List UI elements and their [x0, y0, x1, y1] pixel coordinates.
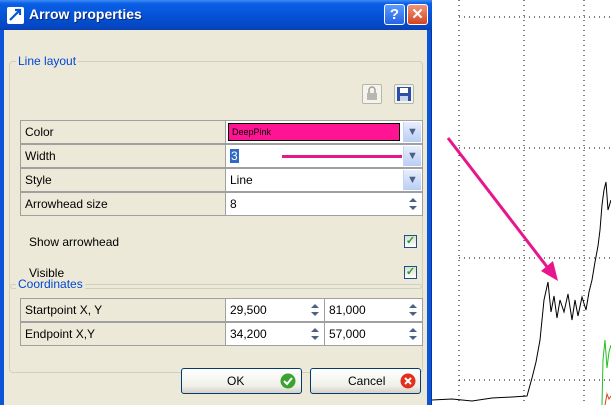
close-button[interactable]: ✕: [407, 4, 428, 25]
chevron-down-icon[interactable]: ▼: [403, 146, 421, 166]
arrowhead-size-value: 8: [230, 197, 237, 211]
color-select[interactable]: DeepPink ▼: [225, 120, 423, 144]
cancel-label: Cancel: [348, 374, 386, 388]
dialog-client-area: Line layout Color DeepPink ▼ Width 3 ▼ S…: [4, 30, 427, 405]
ok-button[interactable]: OK: [181, 368, 302, 394]
title-bar[interactable]: Arrow properties ? ✕: [0, 0, 432, 30]
width-value: 3: [230, 149, 239, 163]
drawn-arrow: [446, 137, 558, 281]
price-line: [432, 181, 611, 402]
style-label: Style: [20, 168, 226, 192]
arrowhead-size-label: Arrowhead size: [20, 192, 226, 216]
show-arrowhead-checkbox[interactable]: ✓: [404, 235, 417, 248]
color-swatch: DeepPink: [228, 123, 400, 141]
endpoint-x-value: 34,200: [230, 327, 267, 341]
chart-gridlines: [458, 0, 611, 405]
spinner-icon[interactable]: [307, 300, 323, 320]
startpoint-row: Startpoint X, Y 29,500 81,000: [10, 298, 423, 322]
arrow-properties-app-icon: [7, 7, 24, 24]
width-select[interactable]: 3 ▼: [225, 144, 423, 168]
endpoint-row: Endpoint X,Y 34,200 57,000: [10, 322, 423, 346]
coordinates-group: Coordinates Startpoint X, Y 29,500 81,00…: [9, 277, 423, 373]
spinner-icon[interactable]: [405, 194, 421, 214]
ok-check-icon: [280, 373, 296, 389]
cancel-x-icon: [400, 373, 416, 389]
arrow-properties-dialog: Arrow properties ? ✕ Line layout Color D…: [0, 0, 432, 405]
spinner-icon[interactable]: [405, 324, 421, 344]
checkbox-check-icon: ✓: [405, 266, 416, 278]
save-button[interactable]: [394, 84, 414, 104]
width-label: Width: [20, 144, 226, 168]
visible-checkbox[interactable]: ✓: [404, 266, 417, 279]
style-select[interactable]: Line ▼: [225, 168, 423, 192]
startpoint-y-value: 81,000: [329, 303, 366, 317]
price-chart[interactable]: [432, 0, 611, 405]
line-layout-legend: Line layout: [16, 54, 79, 68]
chevron-down-icon[interactable]: ▼: [403, 170, 421, 190]
color-row: Color DeepPink ▼: [10, 120, 423, 144]
spinner-icon[interactable]: [405, 300, 421, 320]
endpoint-label: Endpoint X,Y: [20, 322, 226, 346]
show-arrowhead-label: Show arrowhead: [29, 235, 120, 249]
endpoint-y-input[interactable]: 57,000: [324, 322, 423, 346]
startpoint-label: Startpoint X, Y: [20, 298, 226, 322]
style-row: Style Line ▼: [10, 168, 423, 192]
color-label: Color: [20, 120, 226, 144]
lock-icon: [367, 86, 377, 100]
endpoint-y-value: 57,000: [329, 327, 366, 341]
lock-button[interactable]: [362, 84, 382, 104]
indicator-line-2: [604, 392, 611, 405]
close-icon: ✕: [411, 6, 424, 23]
endpoint-x-input[interactable]: 34,200: [225, 322, 325, 346]
line-layout-group: Line layout Color DeepPink ▼ Width 3 ▼ S…: [9, 54, 423, 289]
checkbox-check-icon: ✓: [405, 235, 416, 247]
spinner-icon[interactable]: [307, 324, 323, 344]
style-value: Line: [230, 173, 253, 187]
width-row: Width 3 ▼: [10, 144, 423, 168]
startpoint-y-input[interactable]: 81,000: [324, 298, 423, 322]
save-icon: [397, 87, 411, 101]
cancel-button[interactable]: Cancel: [310, 368, 421, 394]
coordinates-legend: Coordinates: [16, 277, 85, 291]
arrowhead-size-input[interactable]: 8: [225, 192, 423, 216]
arrowhead-size-row: Arrowhead size 8: [10, 192, 423, 216]
chevron-down-icon[interactable]: ▼: [403, 122, 421, 142]
help-button[interactable]: ?: [384, 4, 405, 25]
help-icon: ?: [389, 6, 400, 23]
window-title: Arrow properties: [29, 6, 142, 22]
startpoint-x-value: 29,500: [230, 303, 267, 317]
width-preview-line: [282, 155, 402, 158]
ok-label: OK: [227, 374, 245, 388]
startpoint-x-input[interactable]: 29,500: [225, 298, 325, 322]
